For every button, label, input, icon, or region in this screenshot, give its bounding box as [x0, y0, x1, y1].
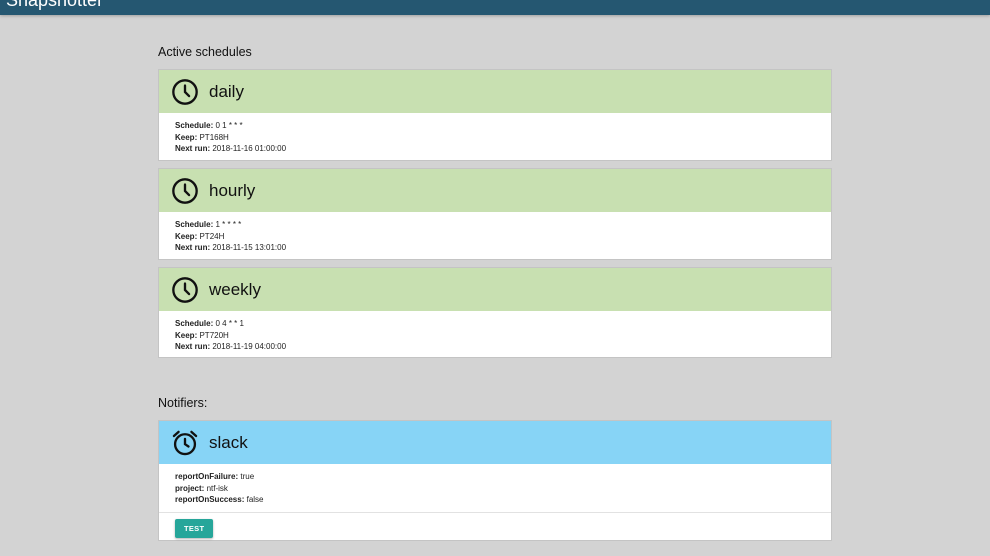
notifiers-heading: Notifiers: — [158, 396, 208, 410]
schedule-card-header: daily — [159, 70, 831, 113]
property-key: project: — [175, 483, 205, 493]
schedule-card-weekly: weekly Schedule: 0 4 * * 1 Keep: PT720H … — [158, 267, 832, 358]
keep-label: Keep: — [175, 132, 198, 142]
notifier-details: reportOnFailure: true project: ntf-isk r… — [159, 464, 831, 512]
schedule-value: 0 4 * * 1 — [215, 319, 244, 328]
keep-label: Keep: — [175, 231, 198, 241]
schedule-details: Schedule: 0 4 * * 1 Keep: PT720H Next ru… — [159, 311, 831, 359]
keep-value: PT24H — [199, 231, 225, 241]
schedule-name: weekly — [209, 279, 261, 299]
property-key: reportOnFailure: — [175, 472, 239, 481]
clock-icon — [172, 276, 198, 303]
schedule-name: daily — [209, 81, 244, 101]
notifier-card-actions: TEST — [159, 511, 831, 542]
next-run-value: 2018-11-16 01:00:00 — [212, 144, 287, 153]
property-value: ntf-isk — [206, 483, 228, 493]
keep-value: PT168H — [199, 132, 229, 142]
clock-icon — [172, 78, 198, 105]
schedule-details: Schedule: 0 1 * * * Keep: PT168H Next ru… — [159, 113, 831, 161]
schedule-card-daily: daily Schedule: 0 1 * * * Keep: PT168H N… — [158, 69, 832, 161]
next-run-label: Next run: — [175, 144, 211, 153]
app-title: Snapshotter — [6, 0, 104, 10]
next-run-value: 2018-11-15 13:01:00 — [212, 243, 287, 252]
schedule-card-header: hourly — [159, 169, 831, 212]
property-value: true — [240, 472, 255, 481]
next-run-label: Next run: — [175, 243, 211, 252]
next-run-label: Next run: — [175, 342, 211, 351]
schedule-value: 1 * * * * — [215, 220, 242, 229]
schedule-name: hourly — [209, 180, 256, 200]
schedule-card-hourly: hourly Schedule: 1 * * * * Keep: PT24H N… — [158, 168, 832, 260]
clock-icon — [172, 177, 198, 204]
schedule-card-header: weekly — [159, 268, 831, 311]
schedule-label: Schedule: — [175, 220, 214, 229]
alarm-clock-icon — [172, 430, 198, 455]
property-key: reportOnSuccess: — [175, 495, 245, 504]
schedule-details: Schedule: 1 * * * * Keep: PT24H Next run… — [159, 212, 831, 260]
notifier-card-header: slack — [159, 421, 831, 464]
keep-label: Keep: — [175, 330, 198, 340]
active-schedules-heading: Active schedules — [158, 45, 252, 59]
schedule-value: 0 1 * * * — [215, 121, 243, 130]
property-value: false — [246, 495, 264, 504]
schedule-label: Schedule: — [175, 319, 214, 328]
test-notifier-button[interactable]: TEST — [175, 518, 214, 538]
top-app-bar: Snapshotter — [0, 0, 990, 15]
schedule-label: Schedule: — [175, 121, 214, 130]
notifier-name: slack — [209, 432, 248, 452]
next-run-value: 2018-11-19 04:00:00 — [212, 342, 287, 351]
notifier-card-slack: slack reportOnFailure: true project: ntf… — [158, 420, 832, 541]
keep-value: PT720H — [199, 330, 229, 340]
